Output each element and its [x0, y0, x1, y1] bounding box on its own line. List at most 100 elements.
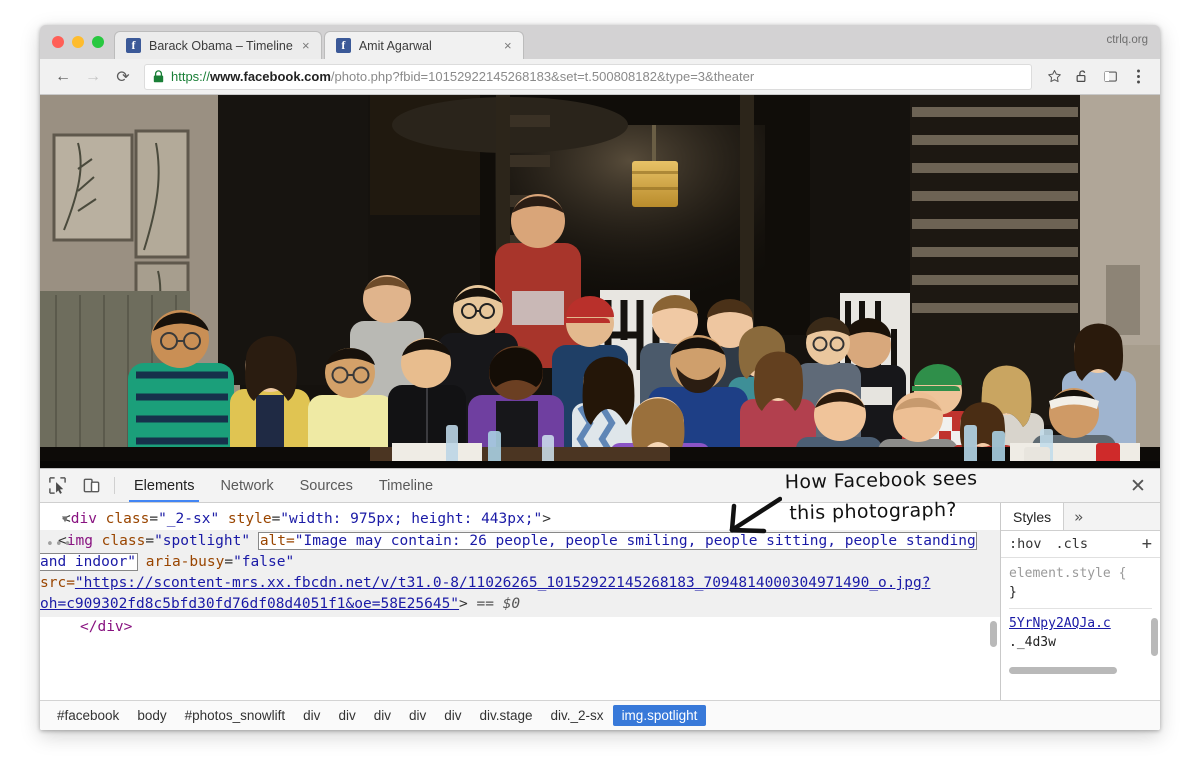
- angle-close-img: >: [459, 596, 468, 612]
- space-1: [97, 511, 106, 527]
- attr-ariabusy-value[interactable]: "false": [233, 554, 294, 570]
- styles-rules-list[interactable]: element.style { } 5YrNpy2AQJa.c ._4d3w: [1001, 558, 1160, 700]
- browser-tab-2-title: Amit Agarwal: [358, 38, 432, 53]
- overflow-menu-icon[interactable]: [1126, 64, 1150, 90]
- dom-tag-name: div: [70, 511, 97, 527]
- window-traffic-lights: [48, 25, 114, 59]
- annotation-arrow-icon: [729, 496, 782, 534]
- attr-style-name: style: [227, 511, 272, 527]
- devtools-body: ▼ <div class="_2-sx" style="width: 975px…: [40, 503, 1160, 700]
- close-devtools-icon[interactable]: ✕: [1116, 469, 1160, 503]
- styles-vertical-scrollbar[interactable]: [1151, 618, 1158, 656]
- attr-imgclass-name: class: [101, 533, 146, 549]
- forward-button[interactable]: →: [80, 64, 106, 90]
- bookmark-star-icon[interactable]: [1042, 64, 1066, 90]
- breadcrumb-item-photos-snowlift[interactable]: #photos_snowlift: [176, 705, 295, 726]
- angle-close-1: >: [542, 511, 551, 527]
- breadcrumb-item-facebook[interactable]: #facebook: [48, 705, 128, 726]
- attr-imgclass-value[interactable]: "spotlight": [154, 533, 250, 549]
- element-style-rule-close: }: [1009, 585, 1017, 600]
- browser-toolbar: ← → ⟳ https://www.facebook.com/photo.php…: [40, 59, 1160, 95]
- attr-ariabusy-name: aria-busy: [145, 554, 225, 570]
- attr-style-value[interactable]: "width: 975px; height: 443px;": [280, 511, 542, 527]
- watermark-label: ctrlq.org: [1106, 34, 1148, 46]
- breadcrumb-item-body[interactable]: body: [128, 705, 175, 726]
- maximize-window-button[interactable]: [92, 36, 104, 48]
- breadcrumb-item-div-2[interactable]: div: [329, 705, 364, 726]
- address-bar[interactable]: https://www.facebook.com/photo.php?fbid=…: [144, 63, 1032, 90]
- equals-3: =: [145, 533, 155, 549]
- equals-4: =: [224, 554, 234, 570]
- url-scheme: https://: [171, 69, 211, 84]
- space-6: [468, 596, 477, 612]
- stylesheet-source-link[interactable]: 5YrNpy2AQJa.c: [1009, 614, 1152, 633]
- breadcrumb-item-div-3[interactable]: div: [365, 705, 400, 726]
- breadcrumb-item-div-5[interactable]: div: [435, 705, 470, 726]
- space-2: [219, 511, 228, 527]
- more-panels-icon[interactable]: »: [1064, 503, 1093, 530]
- close-icon[interactable]: ×: [299, 39, 313, 53]
- reload-button[interactable]: ⟳: [110, 64, 136, 90]
- facebook-favicon-icon: f: [126, 38, 141, 53]
- unlock-icon[interactable]: [1070, 64, 1094, 90]
- tab-sources[interactable]: Sources: [287, 469, 366, 502]
- screenshot-root: f Barack Obama – Timeline × f Amit Agarw…: [0, 0, 1200, 767]
- device-toolbar-icon[interactable]: [74, 469, 108, 502]
- cast-window-icon[interactable]: [1098, 64, 1122, 90]
- browser-tab-2[interactable]: f Amit Agarwal ×: [323, 31, 524, 59]
- page-viewport: [40, 95, 1160, 468]
- cls-toggle[interactable]: .cls: [1056, 536, 1089, 552]
- styles-tabbar: Styles »: [1001, 503, 1160, 531]
- tab-network[interactable]: Network: [207, 469, 286, 502]
- tab-timeline[interactable]: Timeline: [366, 469, 446, 502]
- elements-dom-tree[interactable]: ▼ <div class="_2-sx" style="width: 975px…: [40, 503, 1000, 700]
- styles-horizontal-scrollbar[interactable]: [1009, 667, 1117, 674]
- breadcrumb-item-div-4[interactable]: div: [400, 705, 435, 726]
- devtools-toolbar: Elements Network Sources Timeline ✕: [40, 469, 1160, 503]
- address-bar-url: https://www.facebook.com/photo.php?fbid=…: [171, 69, 754, 84]
- minimize-window-button[interactable]: [72, 36, 84, 48]
- node-more-dots-icon[interactable]: •••: [46, 534, 72, 555]
- dom-node-close-div[interactable]: </div>: [40, 617, 1000, 638]
- dom-node-img-spotlight-selected[interactable]: ••• <img class="spotlight" alt="Image ma…: [40, 530, 1000, 617]
- attr-class-name: class: [105, 511, 150, 527]
- attr-alt-name: alt=: [259, 533, 295, 549]
- new-style-rule-button[interactable]: +: [1142, 534, 1152, 554]
- space-5: [137, 554, 146, 570]
- expand-triangle-icon[interactable]: ▼: [62, 509, 68, 530]
- breadcrumb-item-div-2sx[interactable]: div._2-sx: [542, 705, 613, 726]
- attr-class-value[interactable]: "_2-sx": [158, 511, 219, 527]
- breadcrumb-item-div-1[interactable]: div: [294, 705, 329, 726]
- equals-1: =: [149, 511, 159, 527]
- space-3: [93, 533, 102, 549]
- breadcrumb-item-img-spotlight[interactable]: img.spotlight: [612, 705, 707, 726]
- url-host: www.facebook.com: [210, 69, 331, 84]
- toolbar-divider: [114, 477, 115, 494]
- styles-rule-2-selector[interactable]: ._4d3w: [1009, 633, 1152, 652]
- tab-styles[interactable]: Styles: [1001, 503, 1065, 530]
- dom-node-div-2sx[interactable]: ▼ <div class="_2-sx" style="width: 975px…: [40, 509, 1000, 530]
- close-icon[interactable]: ×: [501, 39, 515, 53]
- breadcrumb-item-div-stage[interactable]: div.stage: [471, 705, 542, 726]
- url-path: /photo.php?fbid=10152922145268183&set=t.…: [330, 69, 755, 84]
- devtools-panel: Elements Network Sources Timeline ✕ ▼ <d…: [40, 468, 1160, 730]
- space-4: [250, 533, 259, 549]
- close-window-button[interactable]: [52, 36, 64, 48]
- element-style-rule-selector[interactable]: element.style {: [1009, 564, 1152, 583]
- facebook-favicon-icon: f: [335, 38, 351, 53]
- back-button[interactable]: ←: [50, 64, 76, 90]
- browser-tab-1[interactable]: f Barack Obama – Timeline ×: [114, 31, 322, 59]
- browser-window: f Barack Obama – Timeline × f Amit Agarw…: [40, 25, 1160, 730]
- attr-src-name: src=: [40, 575, 75, 591]
- inspect-element-icon[interactable]: [40, 469, 74, 502]
- dom-tree-scrollbar[interactable]: [990, 621, 997, 647]
- styles-rule-2: 5YrNpy2AQJa.c ._4d3w: [1009, 608, 1152, 652]
- secure-lock-icon: [153, 70, 164, 83]
- hov-toggle[interactable]: :hov: [1009, 536, 1042, 552]
- browser-tab-1-title: Barack Obama – Timeline: [149, 38, 293, 53]
- styles-sidebar: Styles » :hov .cls + element.style { } 5…: [1000, 503, 1160, 700]
- styles-filter-bar: :hov .cls +: [1001, 531, 1160, 558]
- facebook-photo-theater-image[interactable]: [40, 95, 1160, 468]
- tab-elements[interactable]: Elements: [121, 469, 207, 502]
- dom-breadcrumb: #facebook body #photos_snowlift div div …: [40, 700, 1160, 730]
